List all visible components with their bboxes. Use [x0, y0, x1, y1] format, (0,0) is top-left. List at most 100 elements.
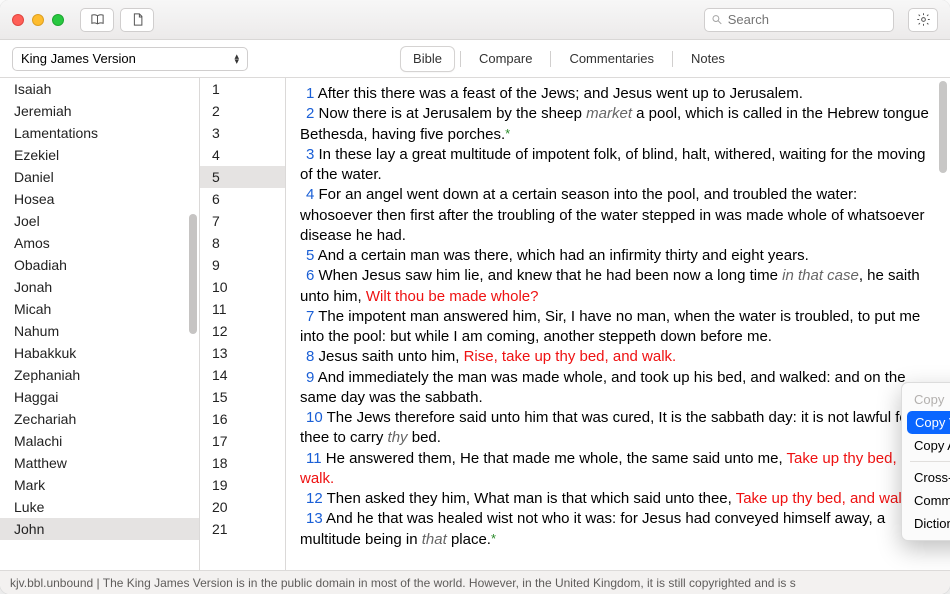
book-item[interactable]: Habakkuk: [0, 342, 199, 364]
book-item[interactable]: Isaiah: [0, 78, 199, 100]
version-select-label: King James Version: [21, 51, 136, 66]
chapter-item[interactable]: 4: [200, 144, 285, 166]
zoom-window-button[interactable]: [52, 14, 64, 26]
book-item[interactable]: Daniel: [0, 166, 199, 188]
menu-item-copy-as[interactable]: Copy As…: [902, 434, 950, 457]
chapter-item[interactable]: 6: [200, 188, 285, 210]
verse-number[interactable]: 12: [300, 490, 327, 507]
chapter-item[interactable]: 11: [200, 298, 285, 320]
chapter-item[interactable]: 20: [200, 496, 285, 518]
menu-item-label: Copy: [914, 392, 944, 407]
documents-button[interactable]: [120, 8, 154, 32]
scripture-text[interactable]: 1 After this there was a feast of the Je…: [286, 78, 950, 556]
book-item[interactable]: Amos: [0, 232, 199, 254]
menu-item-copy-verses[interactable]: Copy Verses⌘K: [907, 411, 950, 434]
book-item[interactable]: Malachi: [0, 430, 199, 452]
verse-number[interactable]: 1: [300, 85, 318, 102]
verse-number[interactable]: 10: [300, 409, 327, 426]
verse-text: He answered them, He that made me whole,…: [326, 450, 787, 467]
tab-bible[interactable]: Bible: [401, 47, 454, 71]
menu-item-copy: Copy⌘C: [902, 388, 950, 411]
verse-number[interactable]: 4: [300, 186, 319, 203]
chapter-item[interactable]: 18: [200, 452, 285, 474]
book-item[interactable]: Obadiah: [0, 254, 199, 276]
search-icon: [711, 13, 723, 26]
main-body: IsaiahJeremiahLamentationsEzekielDanielH…: [0, 78, 950, 570]
chapter-item[interactable]: 9: [200, 254, 285, 276]
verse-text: Jesus saith unto him,: [319, 348, 464, 365]
chapter-item[interactable]: 16: [200, 408, 285, 430]
chapter-item[interactable]: 12: [200, 320, 285, 342]
menu-item-label: Copy Verses: [915, 415, 950, 430]
menu-item-dictionaries[interactable]: Dictionaries: [902, 512, 950, 535]
document-icon: [130, 12, 145, 27]
verse-text: Rise, take up thy bed, and walk.: [464, 348, 677, 365]
verse-number[interactable]: 3: [300, 146, 319, 163]
chapter-item[interactable]: 2: [200, 100, 285, 122]
menu-item-cross-refs[interactable]: Cross-References: [902, 466, 950, 489]
chapter-item[interactable]: 21: [200, 518, 285, 540]
books-list[interactable]: IsaiahJeremiahLamentationsEzekielDanielH…: [0, 78, 199, 570]
search-input[interactable]: [728, 12, 887, 27]
chapter-item[interactable]: 17: [200, 430, 285, 452]
book-item[interactable]: Ezekiel: [0, 144, 199, 166]
version-select[interactable]: King James Version ▴▾: [12, 47, 248, 71]
verse-number[interactable]: 7: [300, 308, 318, 325]
titlebar: [0, 0, 950, 40]
verse-text: place.: [447, 531, 491, 548]
chapter-item[interactable]: 5: [200, 166, 285, 188]
chapter-item[interactable]: 1: [200, 78, 285, 100]
chapter-item[interactable]: 14: [200, 364, 285, 386]
scripture-scrollbar[interactable]: [939, 81, 947, 173]
search-field[interactable]: [704, 8, 894, 32]
library-button[interactable]: [80, 8, 114, 32]
menu-item-commentaries[interactable]: Commentaries: [902, 489, 950, 512]
close-window-button[interactable]: [12, 14, 24, 26]
book-item[interactable]: Hosea: [0, 188, 199, 210]
chapter-item[interactable]: 13: [200, 342, 285, 364]
minimize-window-button[interactable]: [32, 14, 44, 26]
chapter-item[interactable]: 7: [200, 210, 285, 232]
subtoolbar: King James Version ▴▾ Bible Compare Commen…: [0, 40, 950, 78]
menu-item-label: Dictionaries: [914, 516, 950, 531]
verse-text: After this there was a feast of the Jews…: [318, 85, 803, 102]
verse-text: *: [491, 531, 496, 546]
chapters-column[interactable]: 123456789101112131415161718192021: [200, 78, 286, 570]
book-item[interactable]: Luke: [0, 496, 199, 518]
chapter-item[interactable]: 3: [200, 122, 285, 144]
verse-number[interactable]: 9: [300, 369, 318, 386]
verse-text: Wilt thou be made whole?: [366, 288, 539, 305]
verse-number[interactable]: 13: [300, 510, 326, 527]
settings-button[interactable]: [908, 8, 938, 32]
book-item[interactable]: Haggai: [0, 386, 199, 408]
verse-number[interactable]: 5: [300, 247, 318, 264]
chapter-item[interactable]: 8: [200, 232, 285, 254]
view-tabs: Bible Compare Commentaries Notes: [248, 47, 890, 71]
book-item[interactable]: Mark: [0, 474, 199, 496]
book-item[interactable]: Jeremiah: [0, 100, 199, 122]
book-item[interactable]: Zephaniah: [0, 364, 199, 386]
books-scrollbar[interactable]: [189, 214, 197, 334]
tab-notes[interactable]: Notes: [679, 47, 737, 71]
book-item[interactable]: Lamentations: [0, 122, 199, 144]
app-window: King James Version ▴▾ Bible Compare Commen…: [0, 0, 950, 594]
verse-number[interactable]: 6: [300, 267, 319, 284]
book-item[interactable]: Zechariah: [0, 408, 199, 430]
tab-commentaries[interactable]: Commentaries: [557, 47, 666, 71]
context-menu: Copy⌘CCopy Verses⌘KCopy As… Cross-Referen…: [901, 382, 950, 541]
verse-number[interactable]: 11: [300, 450, 326, 467]
book-item[interactable]: Matthew: [0, 452, 199, 474]
book-item[interactable]: Jonah: [0, 276, 199, 298]
book-item[interactable]: Micah: [0, 298, 199, 320]
verse-number[interactable]: 8: [300, 348, 319, 365]
verse-text: thy: [388, 429, 408, 446]
book-item[interactable]: John: [0, 518, 199, 540]
verse-text: And he that was healed wist not who it w…: [300, 510, 885, 547]
chapter-item[interactable]: 19: [200, 474, 285, 496]
chapter-item[interactable]: 10: [200, 276, 285, 298]
book-item[interactable]: Nahum: [0, 320, 199, 342]
verse-number[interactable]: 2: [300, 105, 319, 122]
book-item[interactable]: Joel: [0, 210, 199, 232]
tab-compare[interactable]: Compare: [467, 47, 544, 71]
chapter-item[interactable]: 15: [200, 386, 285, 408]
